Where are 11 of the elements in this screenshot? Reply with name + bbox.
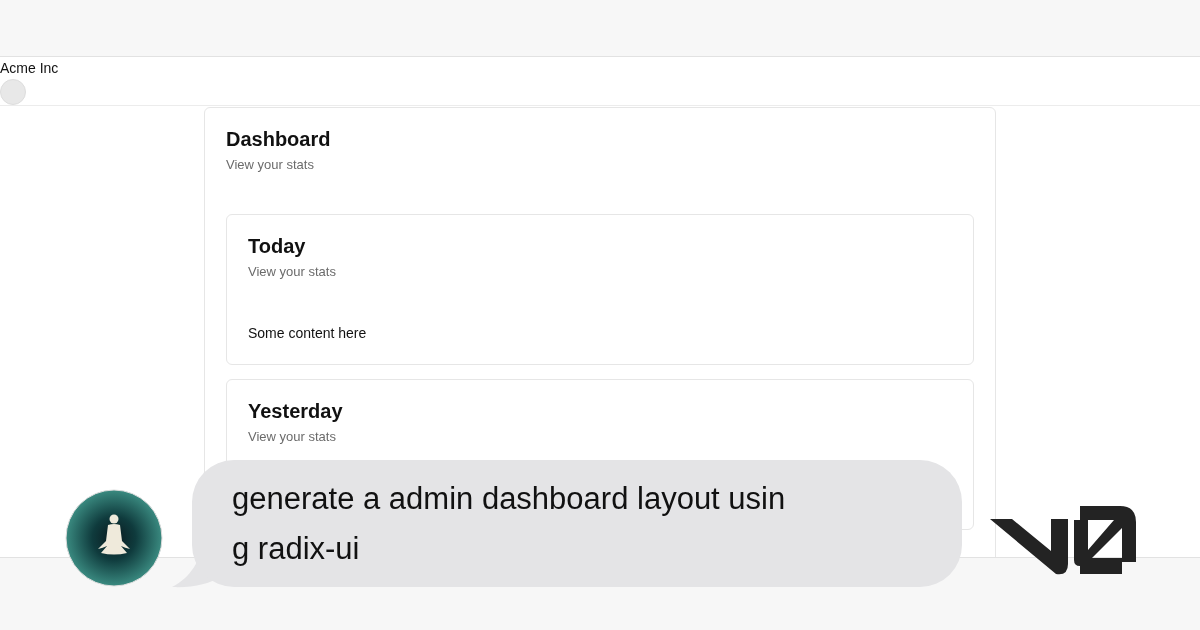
prompt-text: generate a admin dashboard layout usin <box>232 480 787 518</box>
prompt-text: g radix-ui <box>232 530 361 568</box>
user-avatar[interactable] <box>0 79 26 105</box>
card-content: Some content here <box>248 325 368 341</box>
brand-name: Acme Inc <box>0 60 59 76</box>
dashboard-subtitle: View your stats <box>226 157 315 172</box>
card-title: Yesterday <box>248 400 344 423</box>
card-subtitle: View your stats <box>248 429 337 444</box>
card-title: Today <box>248 235 307 258</box>
card-subtitle: View your stats <box>248 264 337 279</box>
dashboard-title: Dashboard <box>226 128 332 151</box>
